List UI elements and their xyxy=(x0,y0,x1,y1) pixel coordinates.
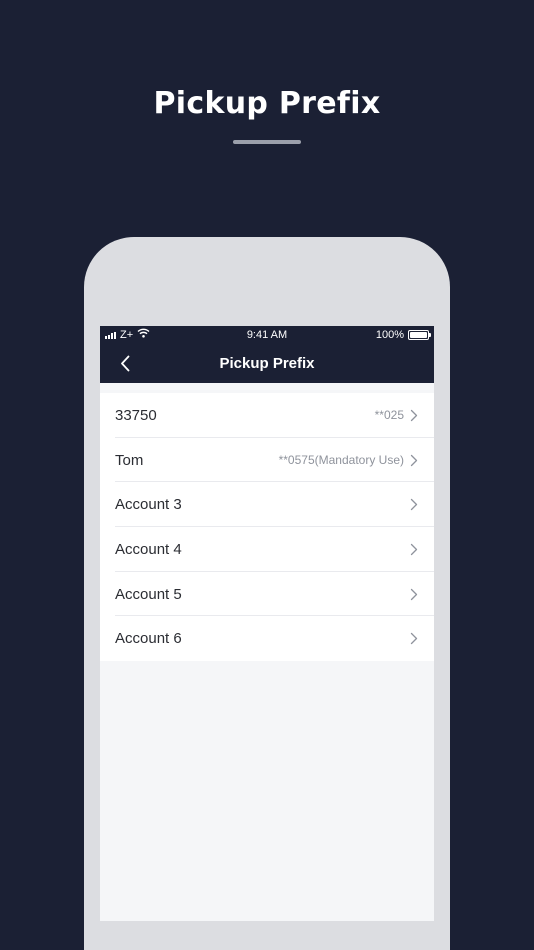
list-item[interactable]: Account 5 xyxy=(100,572,434,617)
prefix-value: **0575(Mandatory Use) xyxy=(278,453,404,468)
chevron-right-icon xyxy=(410,498,418,511)
account-label: Account 4 xyxy=(115,540,182,558)
account-label: Account 5 xyxy=(115,585,182,603)
account-list: 33750 **025 Tom **0575(Mandatory Use) Ac… xyxy=(100,393,434,662)
battery-percentage: 100% xyxy=(375,329,404,341)
list-item[interactable]: Account 3 xyxy=(100,482,434,527)
chevron-right-icon xyxy=(410,588,418,601)
chevron-right-icon xyxy=(410,543,418,556)
battery-icon xyxy=(408,330,431,340)
status-bar: Z+ 9:41 AM 100% xyxy=(100,326,434,346)
account-label: 33750 xyxy=(115,406,157,424)
chevron-right-icon xyxy=(410,409,418,422)
list-item[interactable]: 33750 **025 xyxy=(100,393,434,438)
chevron-right-icon xyxy=(410,454,418,467)
list-item[interactable]: Tom **0575(Mandatory Use) xyxy=(100,438,434,483)
list-item[interactable]: Account 4 xyxy=(100,527,434,572)
prefix-value: **025 xyxy=(374,408,404,423)
chevron-right-icon xyxy=(410,632,418,645)
phone-screen: Z+ 9:41 AM 100% Pickup Prefix 33750 **02… xyxy=(100,326,434,921)
list-item[interactable]: Account 6 xyxy=(100,616,434,661)
account-label: Account 6 xyxy=(115,630,182,648)
promo-title-underline xyxy=(233,140,301,144)
account-label: Tom xyxy=(115,451,144,469)
account-label: Account 3 xyxy=(115,496,182,514)
nav-title: Pickup Prefix xyxy=(219,355,315,372)
promo-title: Pickup Prefix xyxy=(153,86,381,121)
navigation-bar: Z+ 9:41 AM 100% Pickup Prefix xyxy=(100,326,434,383)
